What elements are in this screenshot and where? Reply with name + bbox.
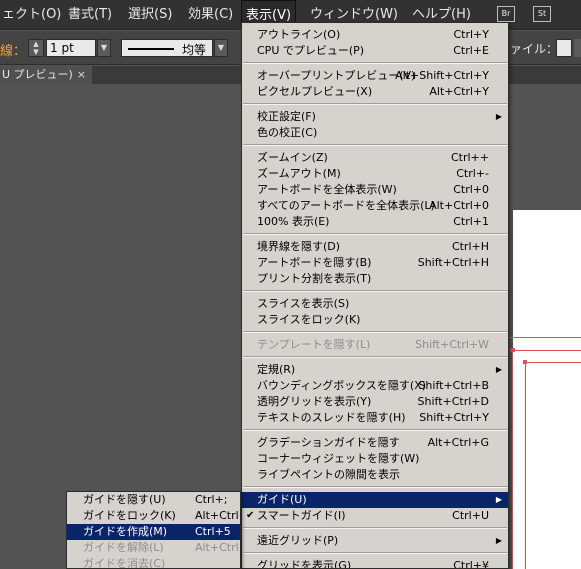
menu-item-fit-artboard[interactable]: アートボードを全体表示(W) Ctrl+0 [242, 182, 508, 198]
menu-item-rulers[interactable]: 定規(R) ▶ [242, 362, 508, 378]
menu-separator [243, 356, 507, 358]
menu-separator [243, 62, 507, 64]
guide-line [509, 337, 581, 338]
graphic-style-label: ァイル： [510, 42, 559, 56]
menu-item-fit-all[interactable]: すべてのアートボードを全体表示(L) Alt+Ctrl+0 [242, 198, 508, 214]
menu-item-cpu-preview[interactable]: CPU でプレビュー(P) Ctrl+E [242, 43, 508, 59]
bridge-button[interactable]: Br [497, 6, 515, 22]
guide-line [512, 350, 513, 569]
submenu-item-lock-guides[interactable]: ガイドをロック(K) Alt+Ctrl+; [67, 508, 240, 524]
stroke-label: 線： [0, 44, 27, 59]
close-icon[interactable]: × [77, 66, 86, 84]
menu-item-show-print-tiling[interactable]: プリント分割を表示(T) [242, 271, 508, 287]
menu-item-show-live-paint-gaps[interactable]: ライブペイントの隙間を表示 [242, 467, 508, 483]
document-tab[interactable]: U プレビュー) × [0, 66, 92, 84]
menu-separator [243, 527, 507, 529]
checkmark-icon: ✔ [246, 510, 255, 521]
submenu-item-release-guides: ガイドを解除(L) Alt+Ctrl+5 [83, 541, 240, 554]
guides-submenu: ガイドを隠す(U) Ctrl+; ガイドをロック(K) Alt+Ctrl+; ガ… [66, 491, 241, 569]
submenu-arrow-icon: ▶ [495, 365, 502, 374]
menu-effect[interactable]: 効果(C) [184, 0, 237, 30]
menu-item-show-transparency-grid[interactable]: 透明グリッドを表示(Y) Shift+Ctrl+D [242, 394, 508, 410]
submenu-arrow-icon: ▶ [495, 536, 502, 545]
menu-separator [243, 331, 507, 333]
menu-separator [243, 429, 507, 431]
menu-item-lock-slices[interactable]: スライスをロック(K) [242, 312, 508, 328]
menu-object[interactable]: ェクト(O) [0, 0, 65, 30]
artboard[interactable] [513, 210, 581, 569]
menu-separator [243, 233, 507, 235]
menu-item-hide-gradient-annotator[interactable]: グラデーションガイドを隠す Alt+Ctrl+G [242, 435, 508, 451]
menu-item-hide-corner-widget[interactable]: コーナーウィジェットを隠す(W) [242, 451, 508, 467]
stroke-weight-dropdown-icon[interactable]: ▼ [97, 39, 111, 57]
menu-select[interactable]: 選択(S) [124, 0, 176, 30]
profile-dropdown-icon[interactable]: ▼ [214, 39, 228, 57]
menu-separator [243, 290, 507, 292]
document-tab-title: U プレビュー) [2, 68, 73, 81]
submenu-item-clear-guides: ガイドを消去(C) [83, 557, 166, 569]
menu-type[interactable]: 書式(T) [64, 0, 116, 30]
stroke-stepper[interactable]: ▲ ▼ [28, 39, 44, 57]
menu-item-proof-colors[interactable]: 色の校正(C) [242, 125, 508, 141]
menu-separator [243, 103, 507, 105]
variable-width-profile-select[interactable]: 均等 [121, 39, 213, 57]
guide-line [525, 362, 526, 569]
menu-item-show-grid[interactable]: グリッドを表示(G) Ctrl+¥ [242, 558, 508, 568]
profile-line-icon [128, 48, 174, 50]
menu-item-zoom-in[interactable]: ズームイン(Z) Ctrl++ [242, 150, 508, 166]
menu-separator [243, 144, 507, 146]
stroke-weight-input[interactable]: 1 pt [46, 39, 96, 57]
menu-item-hide-text-threads[interactable]: テキストのスレッドを隠す(H) Shift+Ctrl+Y [242, 410, 508, 426]
menu-item-hide-template: テンプレートを隠す(L) Shift+Ctrl+W [257, 338, 489, 351]
guide-line [523, 362, 581, 363]
menu-item-proof-setup[interactable]: 校正設定(F) ▶ [242, 109, 508, 125]
view-menu: アウトライン(O) Ctrl+Y CPU でプレビュー(P) Ctrl+E オー… [241, 22, 509, 569]
submenu-arrow-icon: ▶ [495, 495, 502, 504]
menu-item-overprint-preview[interactable]: オーバープリントプレビュー(V) Alt+Shift+Ctrl+Y [242, 68, 508, 84]
menu-item-smart-guides[interactable]: ✔ スマートガイド(I) Ctrl+U [242, 508, 508, 524]
graphic-style-dropdown-icon[interactable] [574, 39, 581, 57]
profile-label: 均等 [181, 43, 206, 57]
submenu-item-hide-guides[interactable]: ガイドを隠す(U) Ctrl+; [67, 492, 240, 508]
menu-separator [243, 552, 507, 554]
submenu-item-make-guides[interactable]: ガイドを作成(M) Ctrl+5 [67, 524, 240, 540]
menu-item-hide-artboards[interactable]: アートボードを隠す(B) Shift+Ctrl+H [242, 255, 508, 271]
menu-item-outline[interactable]: アウトライン(O) Ctrl+Y [242, 27, 508, 43]
guide-line [509, 350, 581, 351]
menu-item-pixel-preview[interactable]: ピクセルプレビュー(X) Alt+Ctrl+Y [242, 84, 508, 100]
menu-item-show-slices[interactable]: スライスを表示(S) [242, 296, 508, 312]
anchor-point [511, 348, 515, 352]
menu-item-hide-edges[interactable]: 境界線を隠す(D) Ctrl+H [242, 239, 508, 255]
spin-up-icon[interactable]: ▲ [29, 40, 43, 48]
submenu-arrow-icon: ▶ [495, 112, 502, 121]
menu-item-zoom-out[interactable]: ズームアウト(M) Ctrl+- [242, 166, 508, 182]
stock-button[interactable]: St [533, 6, 551, 22]
spin-down-icon[interactable]: ▼ [29, 48, 43, 56]
menu-item-guides[interactable]: ガイド(U) ▶ [242, 492, 508, 508]
menu-item-hide-bounding-box[interactable]: バウンディングボックスを隠す(X) Shift+Ctrl+B [242, 378, 508, 394]
menu-item-actual-size[interactable]: 100% 表示(E) Ctrl+1 [242, 214, 508, 230]
anchor-point [523, 360, 527, 364]
menu-separator [243, 486, 507, 488]
graphic-style-swatch[interactable] [556, 39, 572, 57]
menu-item-perspective-grid[interactable]: 遠近グリッド(P) ▶ [242, 533, 508, 549]
